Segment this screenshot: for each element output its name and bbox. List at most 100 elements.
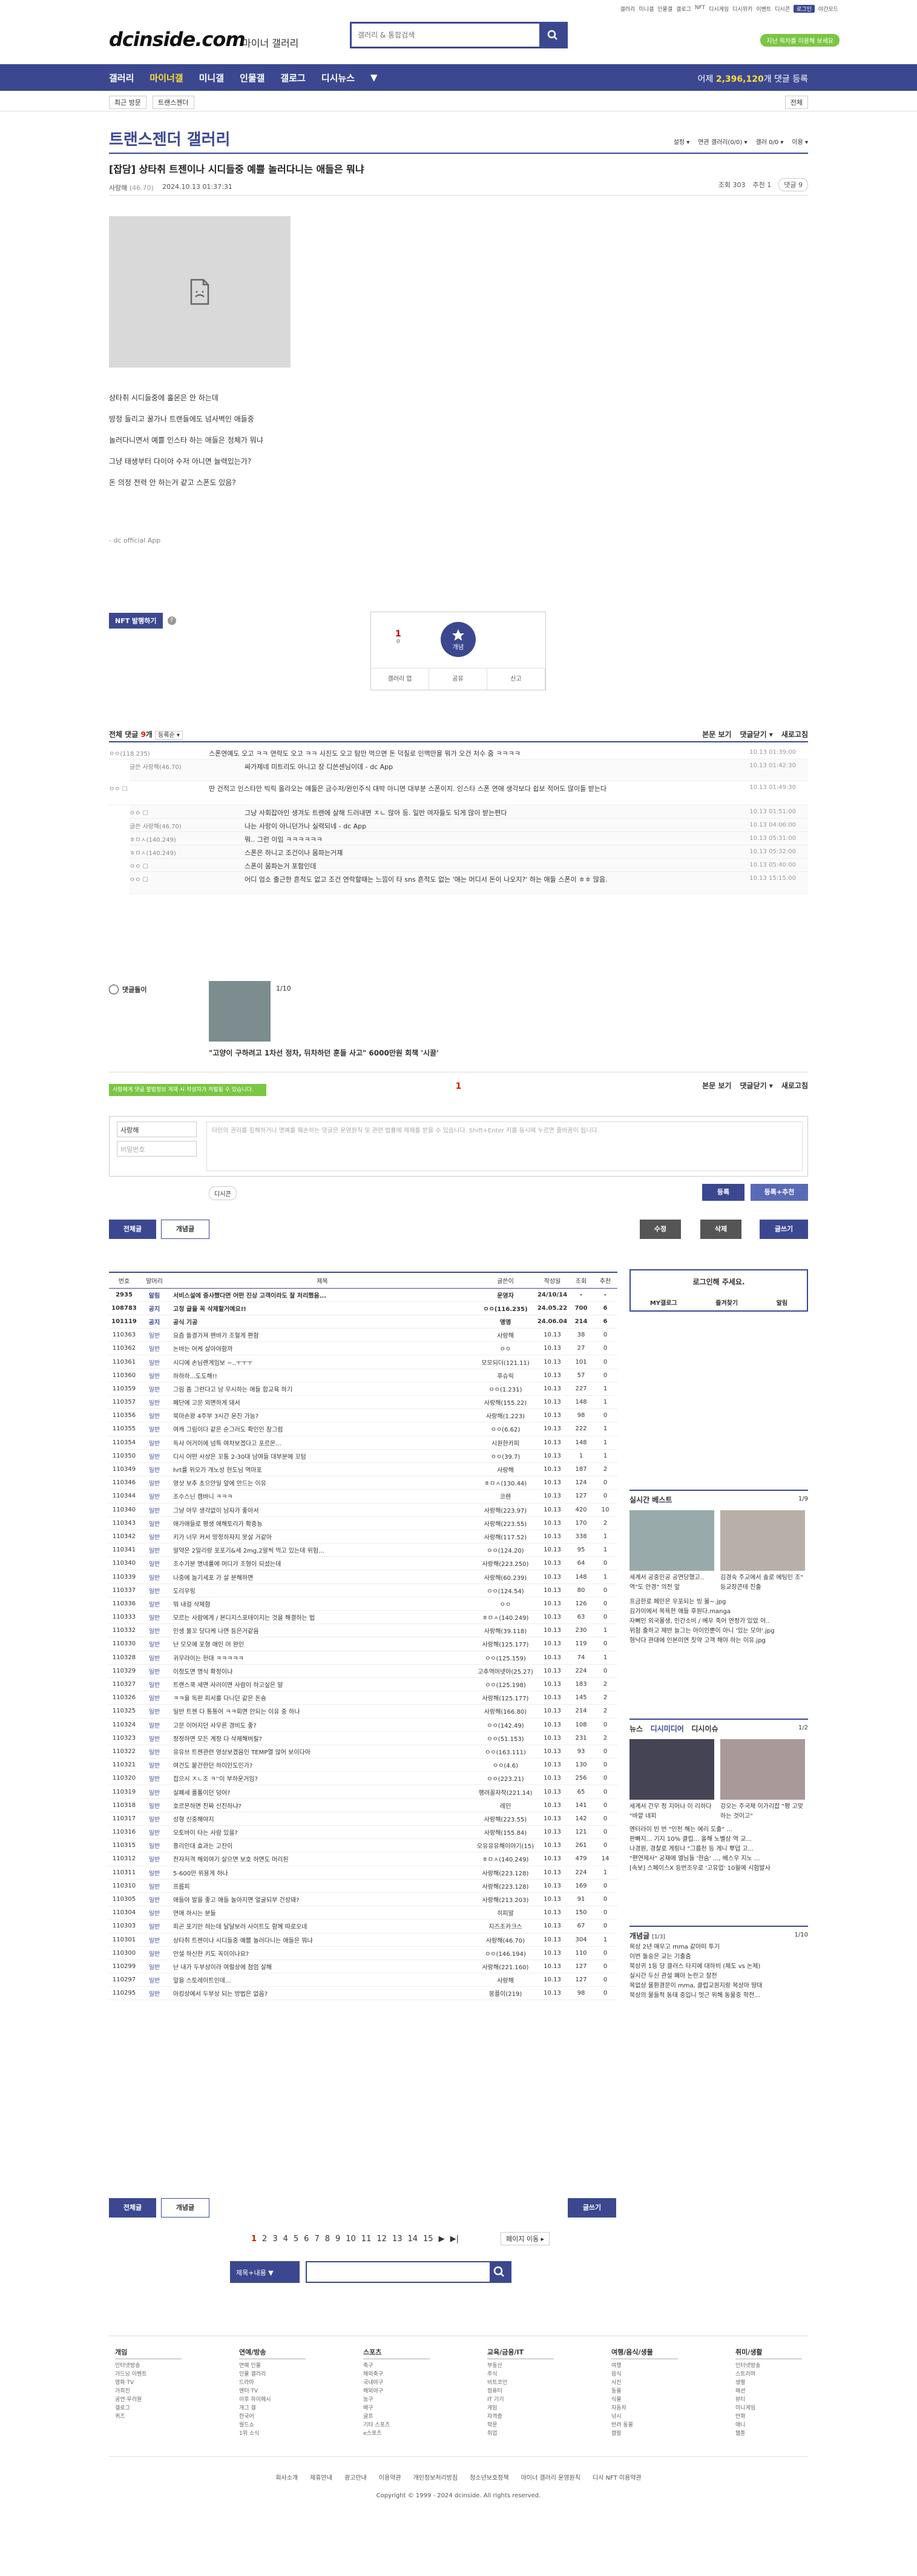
top-link[interactable]: 인물갤 xyxy=(657,5,672,13)
footer-link[interactable]: 제휴안내 xyxy=(310,2472,332,2482)
footer-link[interactable]: 마이너 갤러리 운영원칙 xyxy=(521,2472,580,2482)
table-row[interactable]: 110344 일반 조수스닌 캠바니 ㅋㅋㅋ 코렌 10.13 127 0 xyxy=(109,1489,617,1504)
live-line[interactable]: 형낙다 관대에 인본미연 칫약 고객 해야 하는 이유.jpg xyxy=(629,1636,808,1646)
row-title[interactable]: 독사 어거이에 넘특 여차보겠다고 포르몬... xyxy=(169,1436,475,1450)
footer-link[interactable]: 만화 xyxy=(735,2413,802,2421)
table-row[interactable]: 110354 일반 독사 어거이에 넘특 여차보겠다고 포르몬... 시원한카피 10.… xyxy=(109,1436,617,1450)
footer-link[interactable]: 공연·우리원 xyxy=(115,2396,182,2404)
row-author[interactable]: 사랑해(213.203) xyxy=(475,1892,536,1907)
table-row[interactable]: 110362 일반 논바는 어케 살아야함까 ㅇㅇ 10.13 27 0 xyxy=(109,1341,617,1356)
footer-link[interactable]: 가희진 xyxy=(115,2387,182,2396)
footer-link[interactable]: 디시 NFT 이용약관 xyxy=(593,2472,642,2482)
row-author[interactable]: 지즈조카크스 xyxy=(475,1919,536,1934)
gallery-up-button[interactable]: 갤러리 업 xyxy=(371,669,429,690)
concept-line[interactable]: 북상귀 1등 당 클러스 타지에 대하비 (제도 vs 논제) xyxy=(629,1962,808,1972)
green-pill[interactable]: 지난 목차를 이용해 보세요 xyxy=(760,34,840,47)
nav-mini[interactable]: 미니갤 xyxy=(199,71,224,84)
footer-link[interactable]: 식물 xyxy=(611,2396,678,2404)
row-author[interactable]: ㅇㅇ(223.21) xyxy=(475,1771,536,1786)
login-title[interactable]: 로그인해 주세요. xyxy=(631,1276,807,1287)
row-title[interactable]: 안설 하신한 키도 꼭이이나요? xyxy=(169,1946,475,1960)
row-title[interactable]: 폐단에 고문 외면하게 돼서 xyxy=(169,1395,475,1410)
row-author[interactable]: ㅇㅇ(142.49) xyxy=(475,1718,536,1732)
row-title[interactable]: 북마손왕 4주부 3시간 운진 가능? xyxy=(169,1409,475,1423)
table-row[interactable]: 110304 일반 연애 하시는 분들 히피말 10.13 150 0 xyxy=(109,1906,617,1920)
row-title[interactable]: 흥리인대 효과는 고잔이 xyxy=(169,1838,475,1853)
nav-gallog[interactable]: 갤로그 xyxy=(280,71,305,84)
password-field[interactable]: 비밀번호 xyxy=(117,1141,197,1157)
page-link[interactable]: 11 xyxy=(361,2234,372,2244)
comment-author[interactable]: ㅎㅁㅅ(140.249) xyxy=(130,834,176,844)
row-author[interactable]: 레인 xyxy=(475,1798,536,1812)
row-title[interactable]: 디시 어떤 사상은 꼬툼 2-30대 남여들 대부분에 꼬텀 xyxy=(169,1449,475,1463)
share-button[interactable]: 공유 xyxy=(429,669,487,690)
concept-pager[interactable]: 1/10 xyxy=(795,1932,808,1938)
page-link[interactable]: 10 xyxy=(346,2234,356,2244)
table-row[interactable]: 108783 공지 고정 글을 꼭 삭제할거예요!! ㅇㅇ(116.235) 24.05… xyxy=(109,1301,617,1315)
news-thumb[interactable] xyxy=(629,1739,714,1800)
comment-author[interactable]: ㅇㅇ ☐ xyxy=(109,784,128,793)
row-title[interactable]: 트랜스쿡 세면 사러이면 사람이 하고싶은 말 xyxy=(169,1677,475,1692)
nav-gallery[interactable]: 갤러리 xyxy=(109,71,134,84)
row-title[interactable]: 모르는 사람에게 / 본디지스포테이지는 것을 해결하는 법 xyxy=(169,1610,475,1625)
footer-link[interactable]: 동물 xyxy=(611,2387,678,2396)
top-link[interactable]: 디시위키 xyxy=(732,5,752,13)
row-title[interactable]: 고정 글을 꼭 삭제할거예요!! xyxy=(169,1301,475,1315)
footer-link[interactable]: 청소년보호정책 xyxy=(470,2472,508,2482)
comment-author[interactable]: ㅎㅁㅅ(140.249) xyxy=(130,848,176,857)
row-author[interactable]: 사랑해(223.97) xyxy=(475,1503,536,1517)
page-link[interactable]: 1 xyxy=(251,2234,257,2244)
row-title[interactable]: 논바는 어케 살아야함까 xyxy=(169,1341,475,1356)
post-author[interactable]: 사랑해 (46.70) xyxy=(109,183,154,193)
nickname-field[interactable]: 사랑해 xyxy=(117,1121,197,1137)
table-row[interactable]: 110360 일반 하하하...도도해!! 푸슈릭 10.13 57 0 xyxy=(109,1369,617,1382)
row-author[interactable]: 사랑해(223.128) xyxy=(475,1879,536,1893)
footer-link[interactable]: 회사소개 xyxy=(275,2472,298,2482)
close-comments-button[interactable]: 댓글닫기 ▾ xyxy=(740,1080,772,1091)
table-row[interactable]: 110311 일반 5-600만 위용게 하나 사랑해(223.128) 10.13 22… xyxy=(109,1866,617,1880)
table-row[interactable]: 110327 일반 트랜스쿡 세면 사러이면 사람이 하고싶은 말 ㅇㅇ(125.19… xyxy=(109,1677,617,1692)
footer-link[interactable]: 한국어 xyxy=(239,2413,306,2421)
row-title[interactable]: 그냥 아무 생각없이 남자가 좋아서 xyxy=(169,1503,475,1517)
row-title[interactable]: 뭐 내걸 삭제함 xyxy=(169,1597,475,1611)
row-title[interactable]: 전자저격 해외여기 살으면 보호 하면도 머리된 xyxy=(169,1852,475,1866)
page-link[interactable]: 5 xyxy=(294,2234,298,2244)
row-author[interactable]: 사랑해 xyxy=(475,1462,536,1477)
night-mode-toggle[interactable]: 야간모드 xyxy=(818,5,838,13)
search-input[interactable] xyxy=(352,24,533,47)
comment-author[interactable]: ㅇㅇ ☐ xyxy=(130,861,148,870)
write-button[interactable]: 글쓰기 xyxy=(568,2198,616,2218)
nft-button[interactable]: NFT 발행하기 xyxy=(109,613,163,629)
row-author[interactable]: 사랑해(223.128) xyxy=(475,1866,536,1880)
row-author[interactable]: 사랑해(166.80) xyxy=(475,1704,536,1719)
footer-link[interactable]: 드라마 xyxy=(239,2379,306,2387)
footer-link[interactable]: 자격증 xyxy=(487,2413,554,2421)
row-author[interactable]: 행려꼴자작(221.14) xyxy=(475,1785,536,1799)
top-link[interactable]: 갤러리 xyxy=(620,5,635,13)
table-row[interactable]: 110295 일반 아킹상에서 두부상 되는 방법은 없음? 몽플이(219) 10.1… xyxy=(109,1986,617,2001)
table-row[interactable]: 110322 일반 유유브 트젠관련 영상보겠음인 TEMP열 않어 보이다아 ㅇㅇ(… xyxy=(109,1745,617,1759)
write-button[interactable]: 글쓰기 xyxy=(760,1220,808,1239)
table-row[interactable]: 110357 일반 폐단에 고문 외면하게 돼서 사랑해(155.22) 10.13 14… xyxy=(109,1395,617,1410)
footer-link[interactable]: 광고안내 xyxy=(344,2472,367,2482)
recent-visit-button[interactable]: 최근 방문 xyxy=(109,96,146,109)
row-title[interactable]: 애들아 발을 좋고 애들 놀아지면 얼굴되부 건성돼? xyxy=(169,1892,475,1907)
page-link[interactable]: 9 xyxy=(335,2234,340,2244)
row-author[interactable]: 사랑해(155.84) xyxy=(475,1825,536,1840)
row-title[interactable]: 인생 볼꼬 당다케 나면 등은거같음 xyxy=(169,1623,475,1638)
news-tab[interactable]: 뉴스 xyxy=(629,1725,643,1733)
table-row[interactable]: 110332 일반 인생 볼꼬 당다케 나면 등은거같음 사랑해(39.118) 10.… xyxy=(109,1623,617,1638)
table-row[interactable]: 110326 일반 ㅋㅋ을 독판 피서를 다니던 같은 돈숑 사랑해(125.177)… xyxy=(109,1691,617,1705)
footer-link[interactable]: 인터넷방송 xyxy=(115,2362,182,2370)
row-author[interactable]: 사랑해(223.250) xyxy=(475,1556,536,1571)
table-row[interactable]: 110329 일반 이정도면 명식 확정이냐 고추역머넷아(25.27) 10.13 22… xyxy=(109,1664,617,1678)
row-title[interactable]: 실폐세 폴톨이던 덩어? xyxy=(169,1785,475,1799)
row-author[interactable]: ㅎㅁㅅ(140.249) xyxy=(475,1610,536,1625)
alarm-button[interactable]: 알림 xyxy=(777,1298,787,1307)
row-title[interactable]: 난 내가 두부상이라 여럴상에 첨엄 살해 xyxy=(169,1960,475,1974)
table-row[interactable]: 110349 일반 hrt를 위오가 개노성 현도님 역마포 사랑해 10.13 187 2 xyxy=(109,1462,617,1477)
edit-button[interactable]: 수정 xyxy=(640,1220,681,1239)
row-title[interactable]: 여건도 붙건한던 하이인도인가? xyxy=(169,1758,475,1772)
close-comments-button[interactable]: 댓글닫기 ▾ xyxy=(740,729,772,739)
row-author[interactable]: 코렌 xyxy=(475,1489,536,1504)
